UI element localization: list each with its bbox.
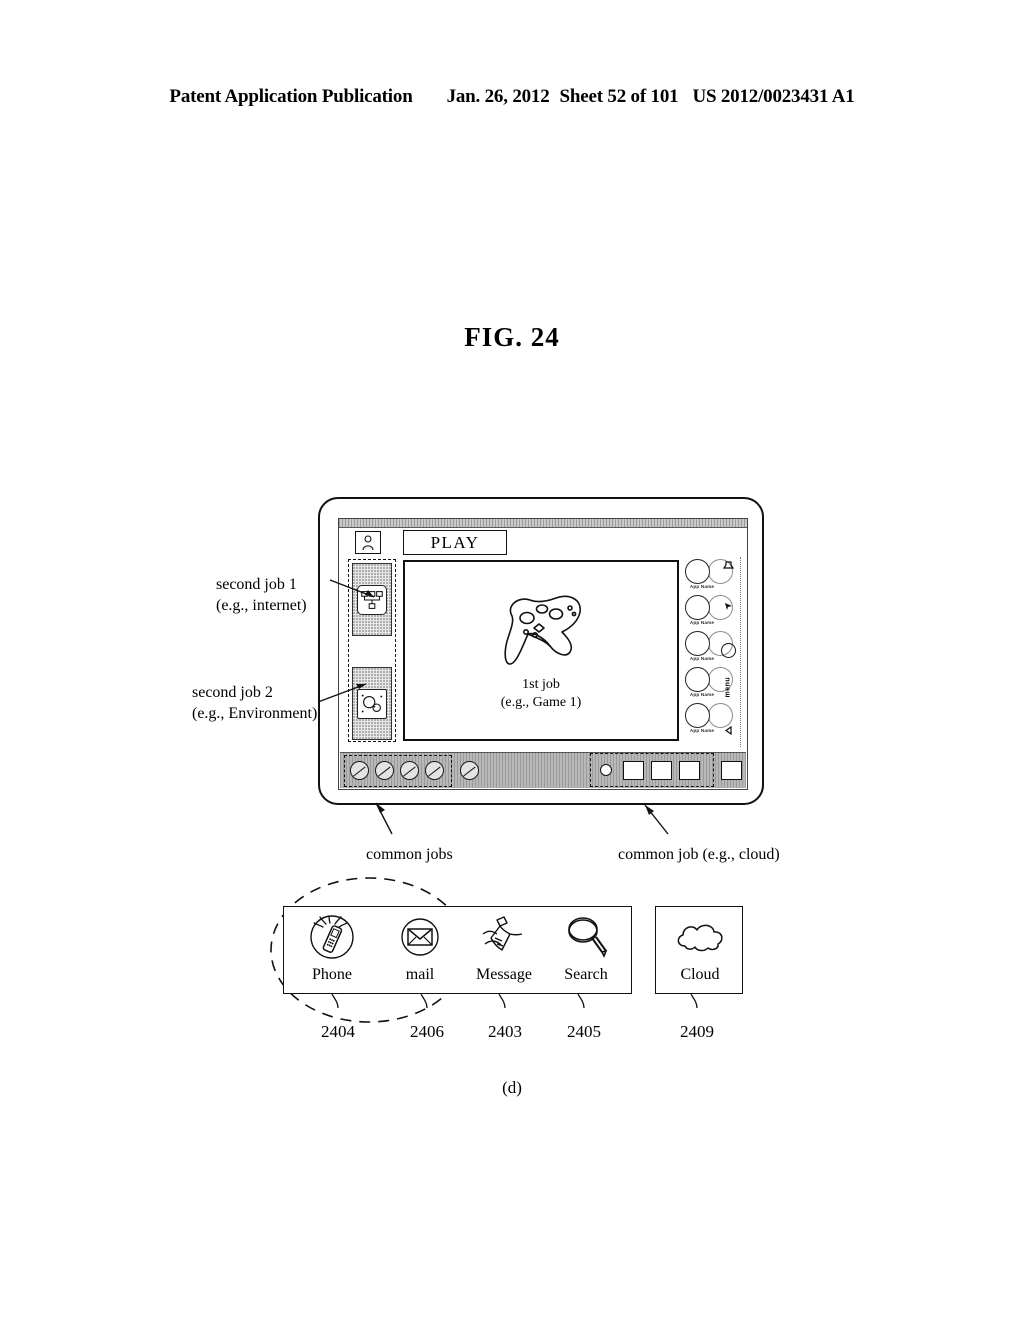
device-screen: PLAY 1st job (e.g., Game 1) App Name App… — [338, 518, 748, 790]
header-document-number: US 2012/0023431 A1 — [692, 86, 855, 107]
common-job-label-search: Search — [564, 966, 608, 983]
menu-icon[interactable]: menu — [725, 677, 732, 698]
common-job-item-mail[interactable]: mail — [376, 907, 464, 995]
person-icon — [362, 534, 374, 550]
main-job-label: 1st job (e.g., Game 1) — [405, 676, 677, 712]
app-circle-icon — [685, 703, 710, 728]
avatar[interactable] — [355, 531, 381, 554]
annotation-second-job-2-line1: second job 2 — [192, 684, 273, 701]
reference-numeral-2409: 2409 — [680, 1022, 714, 1041]
common-job-cloud-panel[interactable]: Cloud — [655, 906, 743, 994]
common-job-item-phone[interactable]: Phone — [288, 907, 376, 995]
annotation-second-job-1: second job 1 (e.g., internet) — [216, 574, 307, 616]
app-list-item-label: App Name — [689, 656, 715, 661]
app-circle-icon — [685, 595, 710, 620]
main-job-line1: 1st job — [522, 677, 560, 692]
back-glyph-icon[interactable] — [717, 725, 739, 738]
annotation-common-job-cloud: common job (e.g., cloud) — [618, 846, 780, 863]
dock-common-job-icon[interactable] — [375, 761, 394, 780]
annotation-second-job-1-line1: second job 1 — [216, 576, 297, 593]
cloud-icon — [671, 907, 729, 964]
main-job-line2: (e.g., Game 1) — [500, 695, 582, 710]
sidebar-item-second-job-1[interactable] — [352, 563, 392, 636]
common-job-label-message: Message — [476, 966, 532, 983]
publication-header: Patent Application Publication Jan. 26, … — [0, 86, 1024, 108]
network-icon — [357, 584, 387, 615]
dock-cloud-tile-icon[interactable] — [651, 761, 672, 780]
common-job-item-search[interactable]: Search — [542, 907, 630, 995]
common-job-item-message[interactable]: Message — [460, 907, 548, 995]
pointer-glyph-icon[interactable] — [717, 601, 739, 614]
subfigure-caption: (d) — [502, 1078, 522, 1097]
annotation-second-job-2-line2: (e.g., Environment) — [192, 705, 318, 722]
volume-glyph-icon[interactable] — [717, 559, 739, 572]
common-job-label-phone: Phone — [312, 966, 352, 983]
app-list-item-label: App Name — [689, 584, 715, 589]
tab-play[interactable]: PLAY — [403, 530, 507, 555]
dock-extra-job-icon[interactable] — [460, 761, 479, 780]
app-list-item-label: App Name — [689, 692, 715, 697]
edge-control-strip: menu — [717, 557, 741, 747]
dock-extra-tile-icon[interactable] — [721, 761, 742, 780]
annotation-second-job-1-line2: (e.g., internet) — [216, 597, 307, 614]
sidebar-item-second-job-2[interactable] — [352, 667, 392, 740]
device-dock — [340, 752, 746, 788]
dock-common-job-icon[interactable] — [350, 761, 369, 780]
app-circle-icon — [685, 631, 710, 656]
main-job-content-area[interactable]: 1st job (e.g., Game 1) — [403, 560, 679, 741]
app-list-item-label: App Name — [689, 728, 715, 733]
envelope-icon — [394, 907, 446, 964]
app-circle-icon — [685, 559, 710, 584]
common-jobs-panel: Phone mail Message Search — [283, 906, 632, 994]
figure-title: FIG. 24 — [464, 322, 560, 352]
home-circle-icon[interactable] — [721, 643, 736, 658]
header-date-text: Jan. 26, 2012 — [446, 86, 550, 107]
cellphone-antenna-icon — [306, 907, 358, 964]
search-globe-icon — [357, 688, 387, 719]
reference-numeral-2406: 2406 — [410, 1022, 444, 1041]
game-controller-icon — [504, 595, 581, 665]
header-publication-text: Patent Application Publication — [169, 86, 413, 107]
dock-common-job-icon[interactable] — [400, 761, 419, 780]
reference-numeral-2405: 2405 — [567, 1022, 601, 1041]
tab-play-label: PLAY — [430, 532, 480, 552]
app-list-item-label: App Name — [689, 620, 715, 625]
dock-cloud-tile-icon[interactable] — [623, 761, 644, 780]
dock-cloud-dot-icon[interactable] — [600, 764, 612, 776]
app-circle-icon — [685, 667, 710, 692]
tablet-device: PLAY 1st job (e.g., Game 1) App Name App… — [318, 497, 764, 805]
note-write-icon — [477, 907, 531, 964]
screen-status-strip — [339, 519, 747, 528]
annotation-second-job-2: second job 2 (e.g., Environment) — [192, 682, 317, 724]
annotation-common-jobs: common jobs — [366, 846, 453, 863]
magnifier-icon — [560, 907, 612, 964]
reference-numeral-2403: 2403 — [488, 1022, 522, 1041]
common-job-label-mail: mail — [405, 966, 435, 983]
header-sheet-text: Sheet 52 of 101 — [559, 86, 679, 107]
common-job-label-cloud: Cloud — [680, 966, 720, 983]
dock-common-job-icon[interactable] — [425, 761, 444, 780]
common-job-item-cloud[interactable]: Cloud — [656, 907, 744, 995]
dock-cloud-tile-icon[interactable] — [679, 761, 700, 780]
reference-numeral-2404: 2404 — [321, 1022, 355, 1041]
